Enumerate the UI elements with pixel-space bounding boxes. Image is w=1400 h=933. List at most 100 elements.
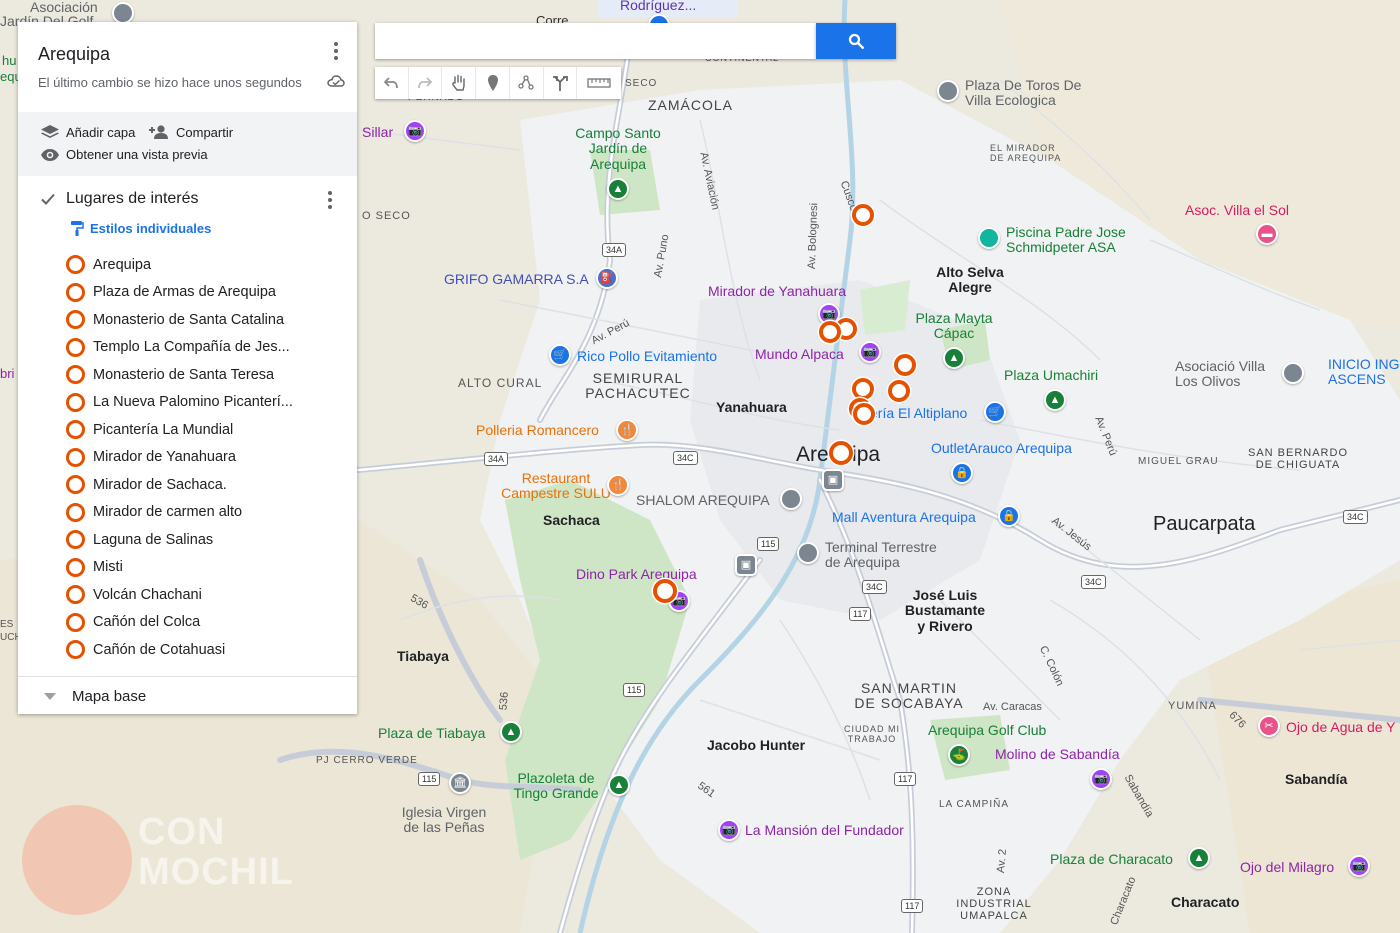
draw-line-button[interactable]: [510, 67, 544, 99]
shopping-poi-icon[interactable]: 🔒: [998, 505, 1020, 527]
layer-header: Lugares de interés: [40, 190, 199, 208]
map-label-molino: Molino de Sabandía: [995, 746, 1120, 762]
list-item[interactable]: Cañón de Cotahuasi: [66, 636, 293, 664]
last-change-status: El último cambio se hizo hace unos segun…: [38, 75, 302, 90]
gray-poi-icon[interactable]: [112, 2, 134, 24]
individual-styles-link[interactable]: Estilos individuales: [70, 220, 211, 236]
preview-button[interactable]: Obtener una vista previa: [40, 147, 208, 162]
list-item[interactable]: Monasterio de Santa Catalina: [66, 306, 293, 334]
camera-poi-icon[interactable]: 📷: [1348, 855, 1370, 877]
circle-marker-icon: [66, 365, 85, 385]
list-item[interactable]: Monasterio de Santa Teresa: [66, 361, 293, 389]
list-item[interactable]: Plaza de Armas de Arequipa: [66, 279, 293, 307]
park-poi-icon[interactable]: ▲: [943, 347, 965, 369]
pan-button[interactable]: [442, 67, 477, 99]
bus-poi-icon[interactable]: ▣: [822, 469, 844, 491]
map-pin-marker[interactable]: [853, 403, 875, 425]
map-pin-marker[interactable]: [819, 321, 841, 343]
paint-roller-icon: [71, 221, 84, 236]
measure-button[interactable]: [577, 67, 621, 99]
map-pin-marker[interactable]: [894, 354, 916, 376]
map-title[interactable]: Arequipa: [38, 44, 110, 65]
map-label-left-cut-1: hu: [2, 53, 17, 68]
places-list: Arequipa Plaza de Armas de Arequipa Mona…: [66, 251, 293, 664]
map-pin-marker[interactable]: [888, 380, 910, 402]
gray-poi-icon[interactable]: [1282, 362, 1304, 384]
museum-poi-icon[interactable]: 🏛: [449, 772, 471, 794]
list-item[interactable]: Mirador de Yanahuara: [66, 444, 293, 472]
list-item[interactable]: Misti: [66, 554, 293, 582]
expand-arrow-icon[interactable]: [44, 692, 56, 700]
marker-icon: [487, 75, 498, 91]
map-label-left-cut-4: ES: [0, 619, 14, 630]
layers-icon: [41, 125, 59, 138]
map-label-asociacio-villa: Asociació Villa Los Olivos: [1175, 358, 1266, 390]
map-pin-marker[interactable]: [852, 378, 874, 400]
list-item[interactable]: Mirador de Sachaca.: [66, 471, 293, 499]
layer-checkbox[interactable]: [40, 191, 56, 207]
bus-poi-icon[interactable]: ▣: [735, 554, 757, 576]
camera-poi-icon[interactable]: 📷: [404, 120, 426, 142]
list-item[interactable]: Picantería La Mundial: [66, 416, 293, 444]
map-pin-marker[interactable]: [829, 441, 853, 465]
list-item[interactable]: Volcán Chachani: [66, 581, 293, 609]
map-pin-marker[interactable]: [852, 204, 874, 226]
map-label-terminal: Terminal Terrestre de Arequipa: [825, 539, 937, 571]
restaurant-poi-icon[interactable]: 🛒: [549, 344, 571, 366]
search-button[interactable]: [816, 23, 896, 59]
camera-poi-icon[interactable]: 📷: [859, 341, 881, 363]
road-shield-34c: 34C: [1343, 510, 1368, 524]
layer-name[interactable]: Lugares de interés: [66, 190, 199, 208]
gray-poi-icon[interactable]: [780, 488, 802, 510]
circle-marker-icon: [66, 612, 85, 632]
map-label-campo-santo: Campo Santo Jardín de Arequipa: [575, 125, 661, 172]
hotel-poi-icon[interactable]: ▬: [1256, 223, 1278, 245]
camera-poi-icon[interactable]: 📷: [1090, 768, 1112, 790]
road-shield-115: 115: [757, 537, 780, 551]
more-options-icon[interactable]: [329, 40, 343, 62]
gray-poi-icon[interactable]: [937, 80, 959, 102]
pool-poi-icon[interactable]: [978, 227, 1000, 249]
list-item[interactable]: Arequipa: [66, 251, 293, 279]
share-button[interactable]: Compartir: [148, 124, 233, 140]
circle-marker-icon: [66, 310, 85, 330]
shopping-poi-icon[interactable]: 🔒: [951, 462, 973, 484]
basemap-section[interactable]: Mapa base: [18, 676, 357, 714]
circle-marker-icon: [66, 585, 85, 605]
add-layer-button[interactable]: Añadir capa: [40, 124, 135, 140]
shopping-poi-icon[interactable]: 🛒: [984, 401, 1006, 423]
restaurant-poi-icon[interactable]: 🍴: [607, 474, 629, 496]
park-poi-icon[interactable]: ▲: [608, 774, 630, 796]
golf-poi-icon[interactable]: ⛳: [948, 744, 970, 766]
list-item[interactable]: Mirador de carmen alto: [66, 499, 293, 527]
circle-marker-icon: [66, 640, 85, 660]
map-pin-marker[interactable]: [653, 579, 677, 603]
park-poi-icon[interactable]: ▲: [1044, 389, 1066, 411]
craft-poi-icon[interactable]: ✂: [1258, 715, 1280, 737]
undo-button[interactable]: [375, 67, 409, 99]
map-label-restaurant: Restaurant Campestre SULU: [501, 470, 611, 502]
park-poi-icon[interactable]: ▲: [1188, 847, 1210, 869]
list-item[interactable]: Cañón del Colca: [66, 609, 293, 637]
park-poi-icon[interactable]: ▲: [500, 721, 522, 743]
gray-poi-icon[interactable]: [797, 542, 819, 564]
list-item[interactable]: Templo La Compañía de Jes...: [66, 334, 293, 362]
map-label-plaza-mayta: Plaza Mayta Cápac: [915, 310, 993, 342]
list-item[interactable]: La Nueva Palomino Picanterí...: [66, 389, 293, 417]
cloud-saved-icon: [327, 75, 345, 87]
camera-poi-icon[interactable]: 📷: [718, 819, 740, 841]
park-poi-icon[interactable]: ▲: [607, 178, 629, 200]
list-item[interactable]: Laguna de Salinas: [66, 526, 293, 554]
map-label-el-mirador: EL MIRADOR DE AREQUIPA: [990, 143, 1062, 163]
circle-marker-icon: [66, 282, 85, 302]
preview-label: Obtener una vista previa: [66, 147, 208, 162]
map-label-plaza-tiabaya: Plaza de Tiabaya: [378, 725, 486, 741]
search-input[interactable]: [375, 23, 816, 59]
add-marker-button[interactable]: [476, 67, 510, 99]
directions-button[interactable]: [544, 67, 578, 99]
redo-button[interactable]: [409, 67, 443, 99]
map-label-yanahuara: Yanahuara: [716, 399, 787, 415]
layer-options-icon[interactable]: [325, 190, 335, 210]
restaurant-poi-icon[interactable]: 🍴: [616, 419, 638, 441]
gas-poi-icon[interactable]: ⛽: [596, 267, 618, 289]
